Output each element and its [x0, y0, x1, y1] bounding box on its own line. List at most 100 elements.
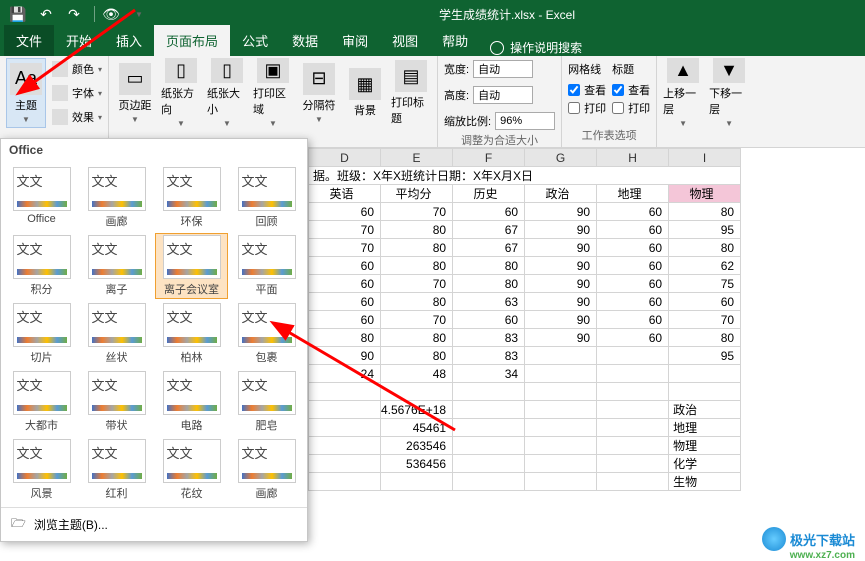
cell[interactable]: 地理	[669, 419, 741, 437]
cell[interactable]: 60	[309, 257, 381, 275]
cell[interactable]: 90	[309, 347, 381, 365]
cell[interactable]: 24	[309, 365, 381, 383]
fonts-button[interactable]: 字体▾	[52, 82, 102, 104]
scale-input[interactable]: 96%	[495, 112, 555, 130]
col-header[interactable]: H	[597, 149, 669, 167]
cell[interactable]: 70	[381, 203, 453, 221]
cell[interactable]	[381, 383, 453, 401]
colors-button[interactable]: 颜色▾	[52, 58, 102, 80]
breaks-button[interactable]: ⊟分隔符▼	[299, 58, 339, 128]
cell[interactable]: 60	[597, 221, 669, 239]
width-input[interactable]: 自动	[473, 60, 533, 78]
cell[interactable]: 90	[525, 221, 597, 239]
cell[interactable]: 80	[309, 329, 381, 347]
cell[interactable]: 90	[525, 203, 597, 221]
cell[interactable]: 90	[525, 275, 597, 293]
theme-item[interactable]: 文文包裹	[230, 301, 303, 367]
col-header[interactable]: I	[669, 149, 741, 167]
background-button[interactable]: ▦背景	[345, 58, 385, 128]
col-header[interactable]: G	[525, 149, 597, 167]
margins-button[interactable]: ▭页边距▼	[115, 58, 155, 128]
cell[interactable]: 80	[669, 203, 741, 221]
cell[interactable]	[525, 473, 597, 491]
cell[interactable]	[597, 437, 669, 455]
cell[interactable]: 80	[381, 329, 453, 347]
cell[interactable]: 67	[453, 239, 525, 257]
cell[interactable]: 83	[453, 347, 525, 365]
cell[interactable]: 80	[381, 221, 453, 239]
cell[interactable]	[381, 473, 453, 491]
gridlines-view-check[interactable]: 查看	[568, 82, 606, 98]
theme-item[interactable]: 文文画廊	[80, 165, 153, 231]
cell[interactable]: 政治	[669, 401, 741, 419]
col-header[interactable]: F	[453, 149, 525, 167]
worksheet[interactable]: DEFGHI据。班级：X年X班统计日期：X年X月X日英语平均分历史政治地理物理6…	[308, 148, 865, 561]
cell[interactable]: 62	[669, 257, 741, 275]
cell[interactable]: 70	[309, 221, 381, 239]
size-button[interactable]: ▯纸张大小▼	[207, 58, 247, 128]
cell[interactable]: 90	[525, 329, 597, 347]
cell[interactable]: 67	[453, 221, 525, 239]
col-header[interactable]: D	[309, 149, 381, 167]
tab-review[interactable]: 审阅	[330, 25, 380, 56]
cell[interactable]: 60	[597, 311, 669, 329]
cell[interactable]: 95	[669, 347, 741, 365]
theme-item[interactable]: 文文风景	[5, 437, 78, 503]
headings-view-check[interactable]: 查看	[612, 82, 650, 98]
cell[interactable]: 60	[309, 311, 381, 329]
tab-home[interactable]: 开始	[54, 25, 104, 56]
cell[interactable]: 80	[381, 257, 453, 275]
cell[interactable]: 95	[669, 221, 741, 239]
cell[interactable]: 34	[453, 365, 525, 383]
cell[interactable]	[525, 347, 597, 365]
cell[interactable]: 90	[525, 257, 597, 275]
cell[interactable]	[453, 473, 525, 491]
theme-item[interactable]: 文文带状	[80, 369, 153, 435]
bring-forward-button[interactable]: ▲上移一层▼	[663, 58, 703, 128]
cell[interactable]: 历史	[453, 185, 525, 203]
cell[interactable]: 地理	[597, 185, 669, 203]
cell[interactable]: 物理	[669, 185, 741, 203]
cell[interactable]: 536456	[381, 455, 453, 473]
save-icon[interactable]: 💾	[6, 2, 30, 26]
cell[interactable]	[597, 347, 669, 365]
tab-file[interactable]: 文件	[4, 25, 54, 56]
cell[interactable]	[453, 383, 525, 401]
cell[interactable]: 60	[597, 293, 669, 311]
print-area-button[interactable]: ▣打印区域▼	[253, 58, 293, 128]
cell[interactable]: 80	[453, 275, 525, 293]
cell[interactable]	[597, 383, 669, 401]
tab-help[interactable]: 帮助	[430, 25, 480, 56]
print-titles-button[interactable]: ▤打印标题	[391, 58, 431, 128]
cell[interactable]	[453, 455, 525, 473]
cell[interactable]	[597, 401, 669, 419]
themes-button[interactable]: Aa 主题 ▼	[6, 58, 46, 128]
cell[interactable]	[309, 437, 381, 455]
cell[interactable]: 80	[381, 293, 453, 311]
cell[interactable]	[525, 365, 597, 383]
cell[interactable]: 60	[597, 239, 669, 257]
theme-item[interactable]: 文文离子会议室	[155, 233, 228, 299]
redo-icon[interactable]: ↷	[62, 2, 86, 26]
cell[interactable]: 生物	[669, 473, 741, 491]
theme-item[interactable]: 文文回顾	[230, 165, 303, 231]
send-backward-button[interactable]: ▼下移一层▼	[709, 58, 749, 128]
theme-item[interactable]: 文文花纹	[155, 437, 228, 503]
cell[interactable]: 60	[597, 329, 669, 347]
theme-item[interactable]: 文文肥皂	[230, 369, 303, 435]
cell[interactable]: 60	[453, 203, 525, 221]
undo-icon[interactable]: ↶	[34, 2, 58, 26]
cell[interactable]: 政治	[525, 185, 597, 203]
theme-item[interactable]: 文文环保	[155, 165, 228, 231]
tell-me-search[interactable]: 操作说明搜索	[480, 39, 592, 56]
cell[interactable]: 70	[381, 275, 453, 293]
theme-item[interactable]: 文文离子	[80, 233, 153, 299]
theme-item[interactable]: 文文红利	[80, 437, 153, 503]
theme-item[interactable]: 文文平面	[230, 233, 303, 299]
cell[interactable]: 平均分	[381, 185, 453, 203]
theme-item[interactable]: 文文积分	[5, 233, 78, 299]
print-preview-icon[interactable]: 👁	[99, 2, 123, 26]
cell[interactable]: 70	[381, 311, 453, 329]
cell[interactable]: 90	[525, 293, 597, 311]
cell[interactable]	[525, 437, 597, 455]
